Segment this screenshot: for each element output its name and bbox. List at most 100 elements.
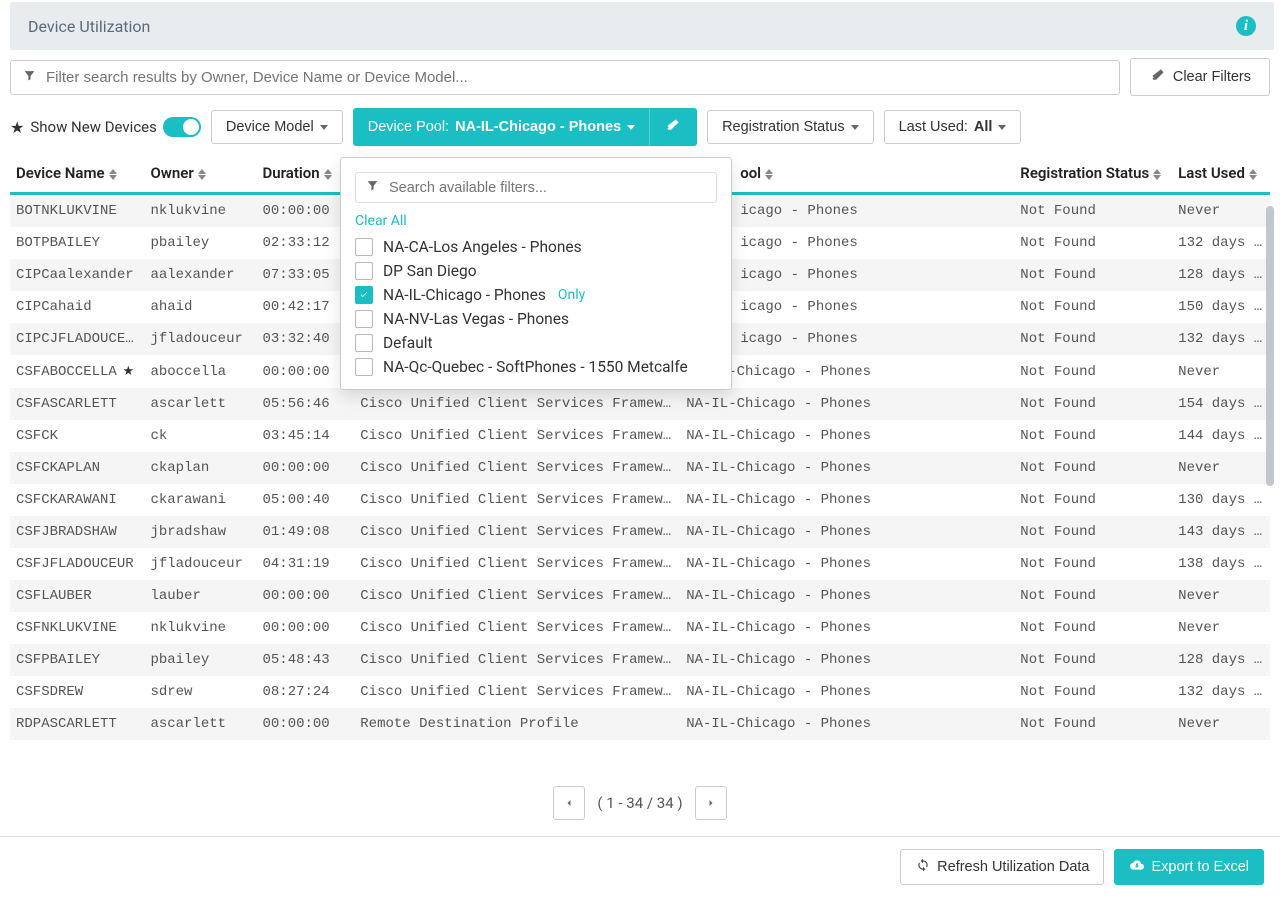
table-row[interactable]: CSFCKck03:45:14Cisco Unified Client Serv… xyxy=(10,420,1270,452)
cell-device_pool: NA-IL-Chicago - Phones xyxy=(680,452,1014,484)
registration-status-filter-button[interactable]: Registration Status xyxy=(707,110,874,144)
checkbox[interactable] xyxy=(355,262,373,280)
search-input-wrap[interactable] xyxy=(10,60,1120,95)
table-row[interactable]: CSFLAUBERlauber00:00:00Cisco Unified Cli… xyxy=(10,580,1270,612)
pagination: ( 1 - 34 / 34 ) xyxy=(0,774,1280,836)
show-new-devices-toggle[interactable]: ★ Show New Devices xyxy=(10,117,201,137)
cell-last_used: 138 days a… xyxy=(1172,548,1270,580)
cell-device_model: Cisco Unified Client Services Framework xyxy=(354,676,680,708)
cell-duration: 00:00:00 xyxy=(256,452,354,484)
dropdown-item[interactable]: NA-NV-Las Vegas - Phones xyxy=(355,307,723,331)
cell-last_used: Never xyxy=(1172,452,1270,484)
device-pool-prefix: Device Pool: xyxy=(368,119,449,135)
sort-arrows-icon[interactable] xyxy=(109,169,117,180)
table-row[interactable]: CSFJFLADOUCEURjfladouceur04:31:19Cisco U… xyxy=(10,548,1270,580)
clear-all-link[interactable]: Clear All xyxy=(355,213,731,229)
cell-device_name: CIPCahaid xyxy=(10,291,144,323)
export-excel-button[interactable]: Export to Excel xyxy=(1114,849,1264,885)
last-used-filter-button[interactable]: Last Used: All xyxy=(884,110,1022,144)
refresh-data-button[interactable]: Refresh Utilization Data xyxy=(900,849,1104,885)
dropdown-item[interactable]: NA-IL-Chicago - Phones Only xyxy=(355,283,723,307)
info-icon[interactable]: i xyxy=(1236,16,1256,36)
sort-arrows-icon[interactable] xyxy=(1249,169,1257,180)
sort-arrows-icon[interactable] xyxy=(198,169,206,180)
chevron-left-icon xyxy=(563,797,575,809)
column-label: ool xyxy=(740,164,761,182)
dropdown-items[interactable]: NA-CA-Los Angeles - Phones DP San Diego NA… xyxy=(355,235,731,379)
dropdown-item[interactable]: Default xyxy=(355,331,723,355)
cell-last_used: Never xyxy=(1172,580,1270,612)
eraser-icon xyxy=(664,117,682,137)
cell-owner: ascarlett xyxy=(144,388,256,420)
device-pool-filter-button[interactable]: Device Pool: NA-IL-Chicago - Phones xyxy=(353,108,649,146)
column-header-device_name[interactable]: Device Name xyxy=(10,154,144,194)
cell-device_pool: NA-IL-Chicago - Phones xyxy=(680,420,1014,452)
sort-arrows-icon[interactable] xyxy=(1153,169,1161,180)
cell-registration_status: Not Found xyxy=(1014,644,1172,676)
cell-owner: jfladouceur xyxy=(144,548,256,580)
cell-last_used: 150 days a… xyxy=(1172,291,1270,323)
checkbox[interactable] xyxy=(355,358,373,376)
table-row[interactable]: CSFSDREWsdrew08:27:24Cisco Unified Clien… xyxy=(10,676,1270,708)
search-input[interactable] xyxy=(46,69,1107,86)
scrollbar-thumb[interactable] xyxy=(1266,206,1274,486)
cell-duration: 01:49:08 xyxy=(256,516,354,548)
cell-device_model: Cisco Unified Client Services Framework xyxy=(354,644,680,676)
only-link[interactable]: Only xyxy=(558,287,585,303)
device-model-filter-button[interactable]: Device Model xyxy=(211,110,343,144)
column-header-owner[interactable]: Owner xyxy=(144,154,256,194)
cell-device_name: CSFJFLADOUCEUR xyxy=(10,548,144,580)
dropdown-item[interactable]: DP San Diego xyxy=(355,259,723,283)
cell-registration_status: Not Found xyxy=(1014,259,1172,291)
checkbox[interactable] xyxy=(355,286,373,304)
star-icon: ★ xyxy=(10,118,24,137)
toggle-switch[interactable] xyxy=(163,117,201,137)
cell-owner: jfladouceur xyxy=(144,323,256,355)
checkbox[interactable] xyxy=(355,334,373,352)
column-label: Last Used xyxy=(1178,164,1245,182)
dropdown-item-label: DP San Diego xyxy=(383,262,477,280)
clear-filters-button[interactable]: Clear Filters xyxy=(1130,58,1270,96)
cell-device_name: BOTNKLUKVINE xyxy=(10,194,144,228)
sort-arrows-icon[interactable] xyxy=(324,169,332,180)
page-title: Device Utilization xyxy=(28,17,150,36)
table-row[interactable]: CSFNKLUKVINEnklukvine00:00:00Cisco Unifi… xyxy=(10,612,1270,644)
dropdown-item-label: NA-IL-Chicago - Phones xyxy=(383,286,546,304)
cell-device_name: CIPCJFLADOUCEUR xyxy=(10,323,144,355)
cell-device_name: CSFJBRADSHAW xyxy=(10,516,144,548)
cell-device_name: CSFASCARLETT xyxy=(10,388,144,420)
cell-last_used: Never xyxy=(1172,194,1270,228)
page-header: Device Utilization i xyxy=(10,2,1274,50)
table-row[interactable]: CSFCKARAWANIckarawani05:00:40Cisco Unifi… xyxy=(10,484,1270,516)
filter-icon xyxy=(366,179,379,196)
cell-device_pool: NA-IL-Chicago - Phones xyxy=(680,644,1014,676)
cell-registration_status: Not Found xyxy=(1014,548,1172,580)
cell-owner: jbradshaw xyxy=(144,516,256,548)
dropdown-item[interactable]: NA-Qc-Quebec - SoftPhones - 1550 Metcalf… xyxy=(355,355,723,379)
cell-duration: 03:45:14 xyxy=(256,420,354,452)
table-row[interactable]: CSFJBRADSHAWjbradshaw01:49:08Cisco Unifi… xyxy=(10,516,1270,548)
device-pool-dropdown[interactable]: Clear All NA-CA-Los Angeles - Phones DP S… xyxy=(340,157,732,390)
next-page-button[interactable] xyxy=(695,786,727,820)
cell-owner: aboccella xyxy=(144,355,256,388)
checkbox[interactable] xyxy=(355,310,373,328)
table-row[interactable]: CSFCKAPLANckaplan00:00:00Cisco Unified C… xyxy=(10,452,1270,484)
cell-duration: 04:31:19 xyxy=(256,548,354,580)
dropdown-item[interactable]: NA-CA-Los Angeles - Phones xyxy=(355,235,723,259)
dropdown-search-input[interactable] xyxy=(389,180,706,196)
prev-page-button[interactable] xyxy=(553,786,585,820)
cell-registration_status: Not Found xyxy=(1014,227,1172,259)
cell-device_pool: NA-IL-Chicago - Phones xyxy=(680,548,1014,580)
dropdown-search-wrap[interactable] xyxy=(355,172,717,203)
column-header-last_used[interactable]: Last Used xyxy=(1172,154,1270,194)
table-row[interactable]: CSFASCARLETTascarlett05:56:46Cisco Unifi… xyxy=(10,388,1270,420)
sort-arrows-icon[interactable] xyxy=(765,169,773,180)
device-pool-clear-button[interactable] xyxy=(649,108,697,146)
cell-owner: ascarlett xyxy=(144,708,256,740)
cell-device_name: BOTPBAILEY xyxy=(10,227,144,259)
table-row[interactable]: RDPASCARLETTascarlett00:00:00Remote Dest… xyxy=(10,708,1270,740)
cell-device_model: Cisco Unified Client Services Framework xyxy=(354,388,680,420)
table-row[interactable]: CSFPBAILEYpbailey05:48:43Cisco Unified C… xyxy=(10,644,1270,676)
column-header-registration_status[interactable]: Registration Status xyxy=(1014,154,1172,194)
checkbox[interactable] xyxy=(355,238,373,256)
